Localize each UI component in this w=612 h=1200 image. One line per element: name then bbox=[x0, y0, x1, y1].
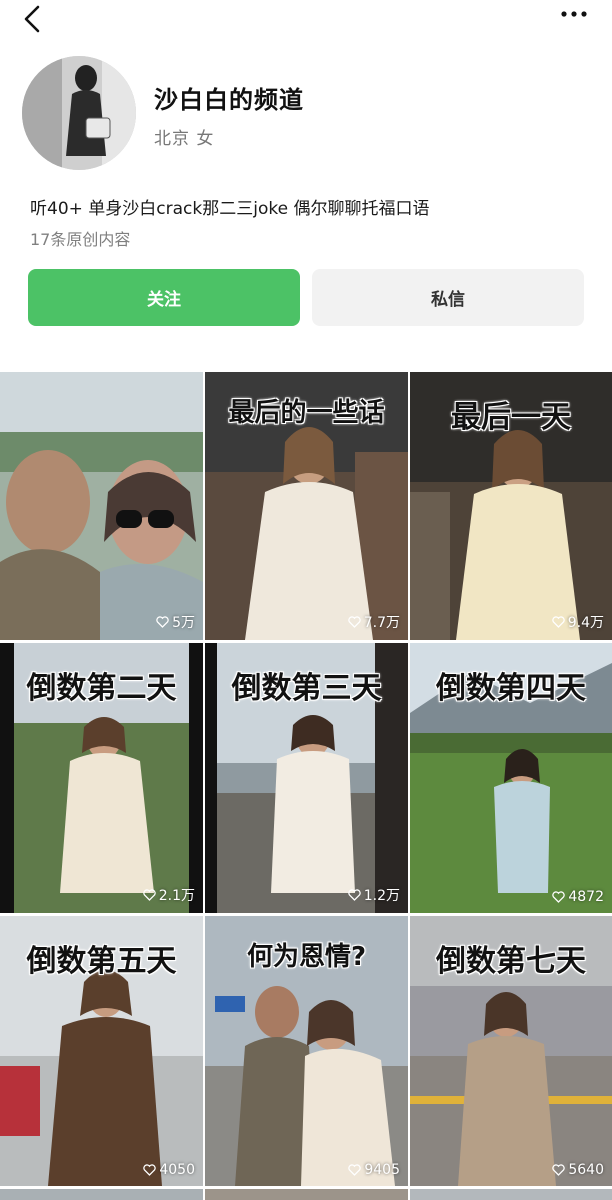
like-count: 2.1万 bbox=[143, 885, 195, 905]
like-count-value: 5640 bbox=[568, 1162, 604, 1178]
like-count-value: 9.4万 bbox=[567, 615, 604, 631]
video-tile[interactable]: 倒数第五天 4050 bbox=[0, 916, 203, 1186]
like-count-value: 1.2万 bbox=[363, 888, 400, 904]
video-tile[interactable] bbox=[410, 1189, 612, 1200]
video-caption: 倒数第二天 bbox=[26, 671, 177, 706]
video-tile[interactable]: 何为恩情? 9405 bbox=[205, 916, 408, 1186]
like-count: 5万 bbox=[156, 612, 195, 632]
video-tile[interactable]: 最后的一些话 7.7万 bbox=[205, 372, 408, 640]
video-tile[interactable]: 倒数第二天 2.1万 bbox=[0, 643, 203, 913]
like-count: 1.2万 bbox=[348, 885, 400, 905]
video-caption: 最后的一些话 bbox=[228, 398, 385, 428]
content-count: 17条原创内容 bbox=[30, 230, 131, 249]
heart-icon bbox=[156, 616, 169, 628]
like-count-value: 4872 bbox=[568, 889, 604, 905]
like-count-value: 9405 bbox=[364, 1162, 400, 1178]
profile-header: 沙白白的频道 北京 女 听40+ 单身沙白crack那二三joke 偶尔聊聊托福… bbox=[0, 40, 612, 370]
like-count: 9405 bbox=[348, 1162, 400, 1178]
like-count: 5640 bbox=[552, 1162, 604, 1178]
channel-name: 沙白白的频道 bbox=[154, 86, 304, 114]
heart-icon bbox=[348, 889, 361, 901]
like-count: 7.7万 bbox=[348, 612, 400, 632]
like-count: 4050 bbox=[143, 1162, 195, 1178]
video-caption: 倒数第七天 bbox=[436, 944, 586, 979]
video-caption: 何为恩情? bbox=[246, 942, 367, 972]
like-count-value: 5万 bbox=[172, 615, 195, 631]
location-gender: 北京 女 bbox=[154, 129, 215, 149]
heart-icon bbox=[552, 616, 565, 628]
video-tile[interactable]: 倒数第七天 5640 bbox=[410, 916, 612, 1186]
bio: 听40+ 单身沙白crack那二三joke 偶尔聊聊托福口语 bbox=[30, 199, 430, 219]
video-tile[interactable]: 最后一天 9.4万 bbox=[410, 372, 612, 640]
top-bar bbox=[0, 0, 612, 40]
video-tile[interactable] bbox=[205, 1189, 408, 1200]
video-caption: 倒数第五天 bbox=[26, 944, 177, 979]
video-caption: 最后一天 bbox=[451, 400, 571, 435]
heart-icon bbox=[348, 616, 361, 628]
heart-icon bbox=[143, 1164, 157, 1176]
video-caption: 倒数第三天 bbox=[231, 671, 382, 706]
follow-button[interactable]: 关注 bbox=[28, 269, 300, 326]
like-count-value: 4050 bbox=[159, 1162, 195, 1178]
like-count: 9.4万 bbox=[552, 612, 604, 632]
back-arrow-icon[interactable] bbox=[18, 4, 46, 34]
like-count-value: 7.7万 bbox=[363, 615, 400, 631]
like-count-value: 2.1万 bbox=[158, 888, 195, 904]
video-caption: 倒数第四天 bbox=[436, 671, 586, 706]
heart-icon bbox=[552, 1164, 566, 1176]
video-tile[interactable] bbox=[0, 1189, 203, 1200]
heart-icon bbox=[348, 1164, 362, 1176]
heart-icon bbox=[143, 889, 156, 901]
more-dots-icon[interactable] bbox=[560, 8, 588, 20]
avatar[interactable] bbox=[22, 56, 136, 170]
video-tile[interactable]: 倒数第三天 1.2万 bbox=[205, 643, 408, 913]
video-tile[interactable]: 倒数第四天 4872 bbox=[410, 643, 612, 913]
like-count: 4872 bbox=[552, 889, 604, 905]
message-button[interactable]: 私信 bbox=[312, 269, 584, 326]
heart-icon bbox=[552, 891, 566, 903]
video-grid: 5万 最后的一些话 7.7万 最后一天 9.4万 倒数第二天 2.1万 倒数第三… bbox=[0, 372, 612, 1200]
video-tile[interactable]: 5万 bbox=[0, 372, 203, 640]
